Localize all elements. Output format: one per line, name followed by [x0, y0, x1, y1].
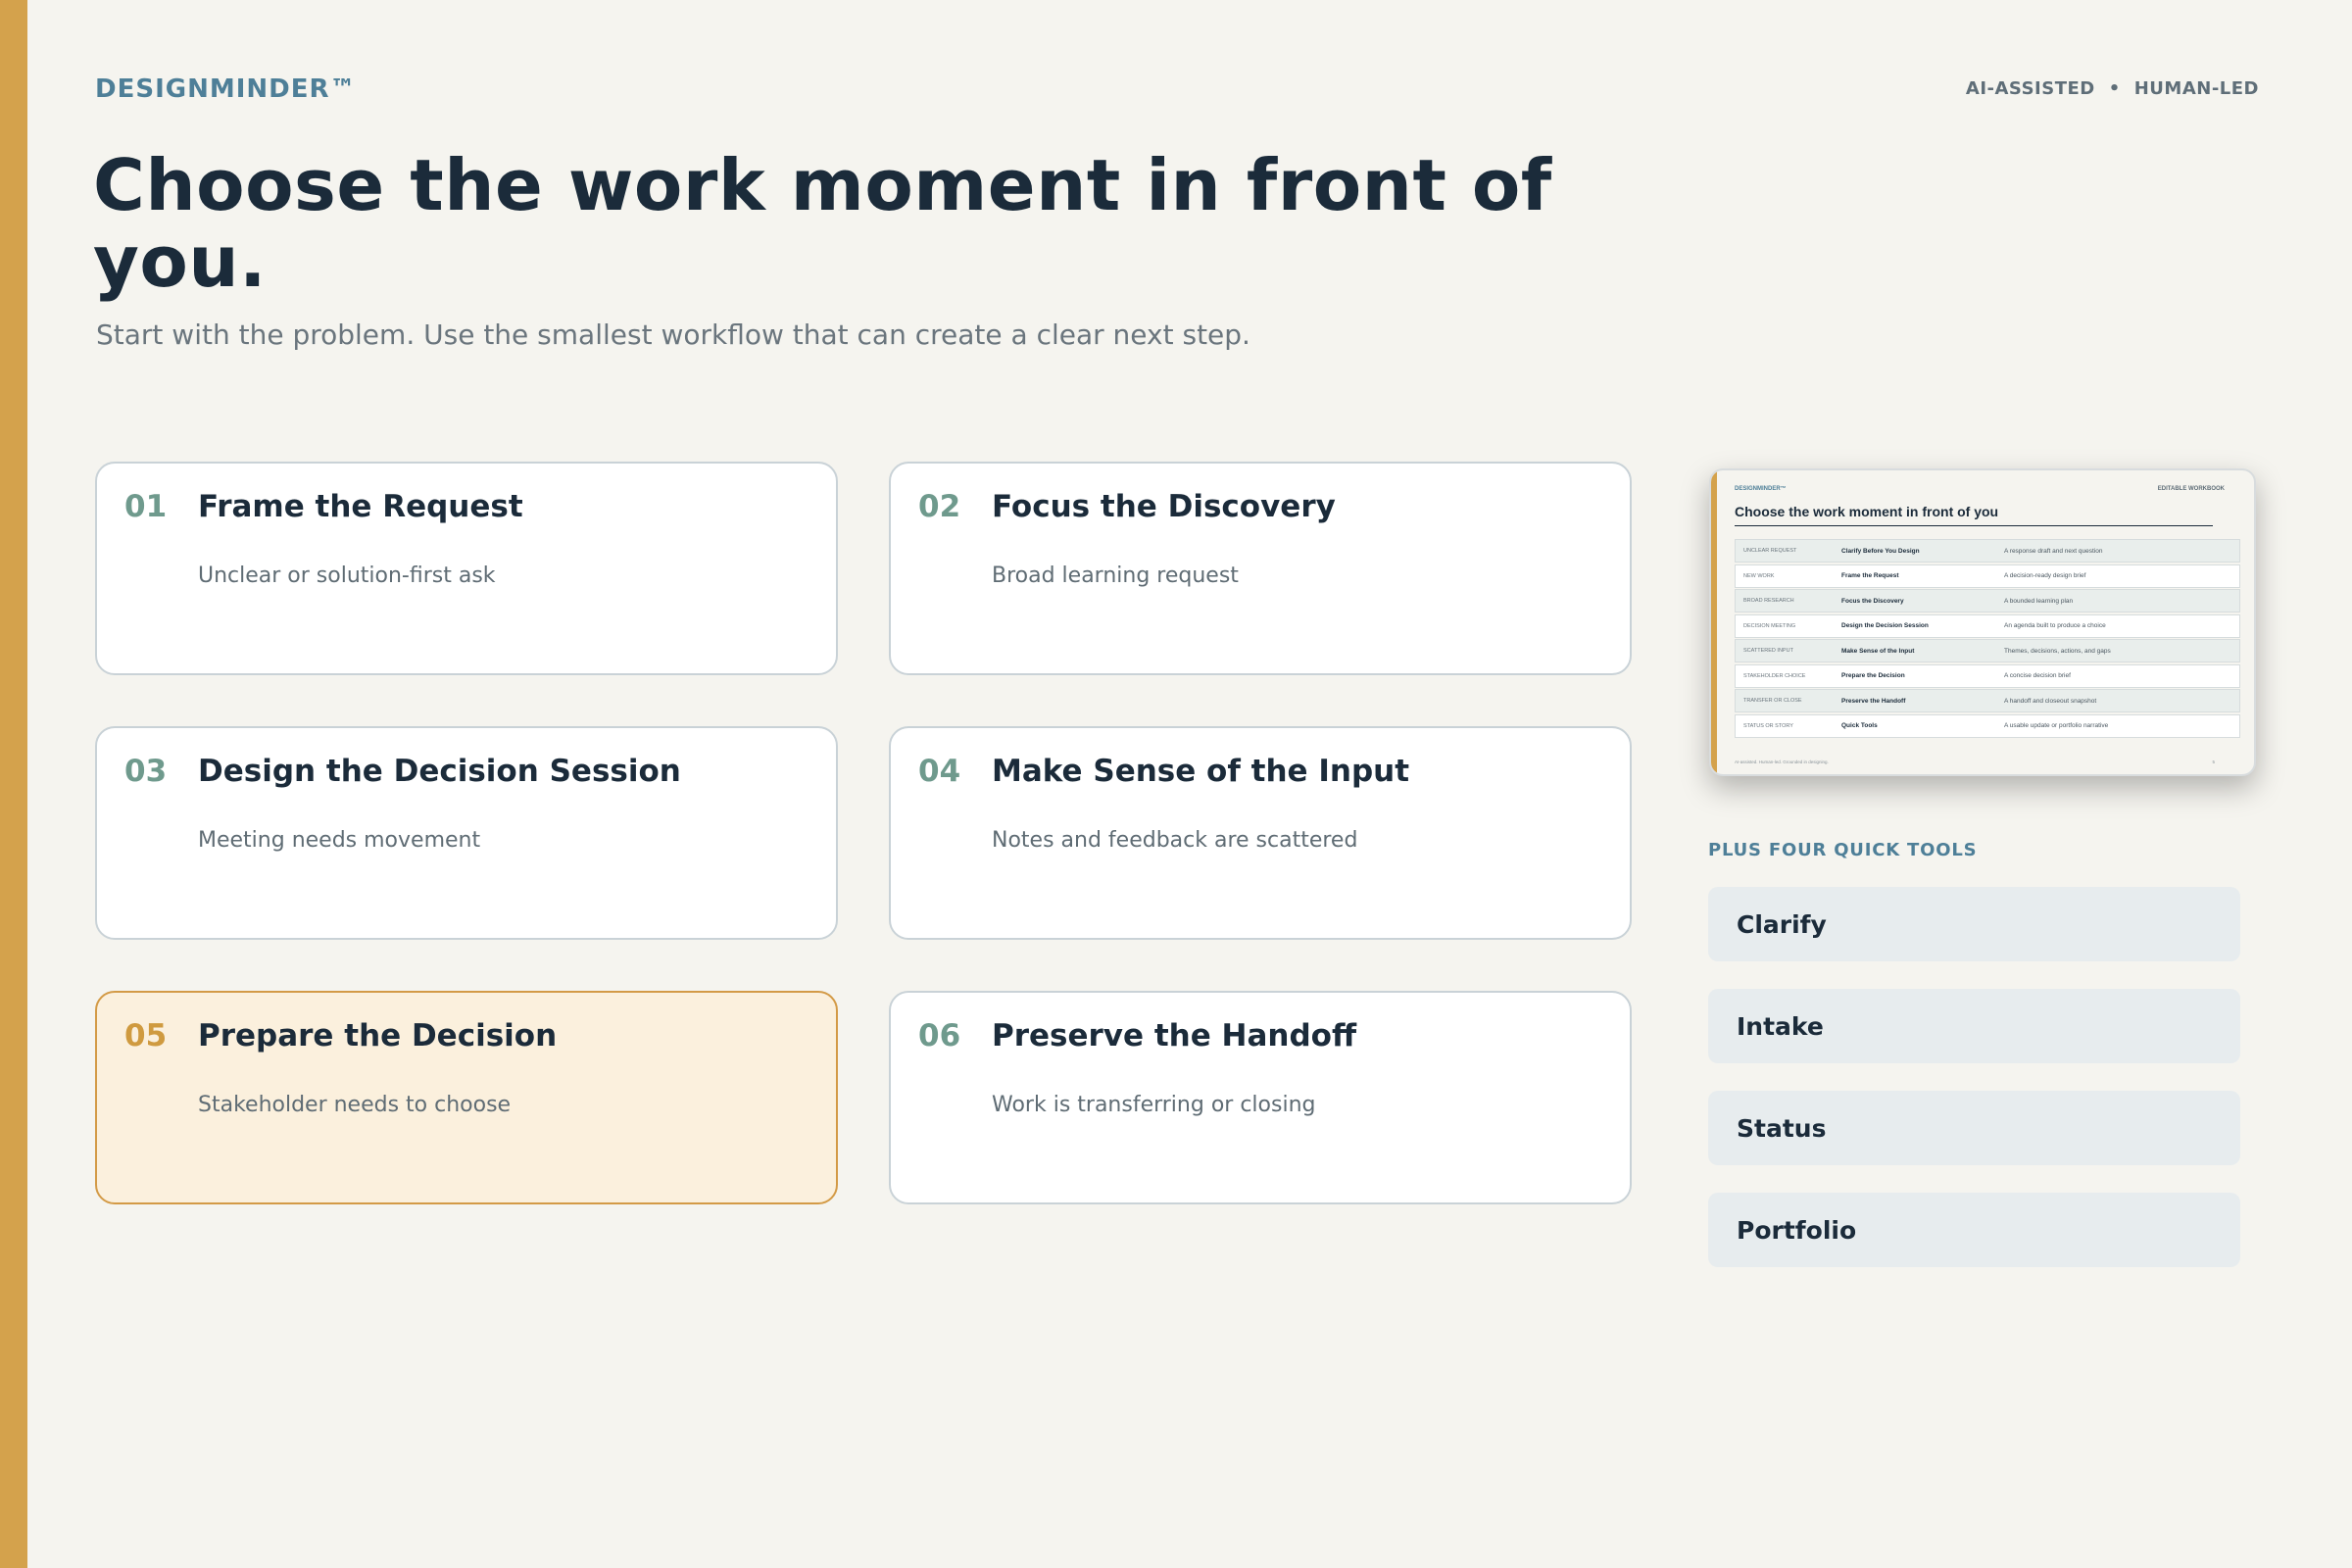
preview-page-number: 5: [2212, 760, 2215, 764]
workflow-card-design-decision-session[interactable]: 03 Design the Decision Session Meeting n…: [95, 726, 838, 940]
row-moment: SCATTERED INPUT: [1743, 648, 1793, 654]
row-workflow: Clarify Before You Design: [1841, 547, 1920, 555]
row-output: A decision-ready design brief: [2004, 572, 2086, 579]
table-row: SCATTERED INPUT Make Sense of the Input …: [1735, 639, 2240, 662]
card-description: Unclear or solution-first ask: [198, 564, 496, 588]
row-workflow: Make Sense of the Input: [1841, 647, 1915, 655]
tool-clarify[interactable]: Clarify: [1708, 887, 2240, 961]
row-moment: UNCLEAR REQUEST: [1743, 548, 1797, 554]
card-title: Preserve the Handoff: [992, 1018, 1357, 1054]
card-number: 03: [124, 754, 168, 789]
card-description: Work is transferring or closing: [992, 1093, 1316, 1117]
row-moment: TRANSFER OR CLOSE: [1743, 698, 1802, 704]
table-row: BROAD RESEARCH Focus the Discovery A bou…: [1735, 589, 2240, 612]
card-title: Focus the Discovery: [992, 489, 1336, 524]
tool-intake[interactable]: Intake: [1708, 989, 2240, 1063]
tagline: AI-ASSISTED • HUMAN-LED: [1966, 78, 2259, 99]
row-output: A handoff and closeout snapshot: [2004, 697, 2097, 705]
workflow-card-prepare-decision[interactable]: 05 Prepare the Decision Stakeholder need…: [95, 991, 838, 1204]
card-title: Design the Decision Session: [198, 754, 681, 789]
row-moment: NEW WORK: [1743, 572, 1775, 579]
row-output: A usable update or portfolio narrative: [2004, 722, 2109, 729]
table-row: NEW WORK Frame the Request A decision-re…: [1735, 564, 2240, 588]
row-workflow: Preserve the Handoff: [1841, 697, 1906, 705]
row-workflow: Focus the Discovery: [1841, 597, 1904, 605]
preview-divider: [1735, 525, 2213, 526]
row-output: A bounded learning plan: [2004, 597, 2074, 605]
card-description: Meeting needs movement: [198, 828, 481, 853]
row-workflow: Quick Tools: [1841, 722, 1878, 729]
row-moment: STATUS OR STORY: [1743, 722, 1793, 729]
row-moment: STAKEHOLDER CHOICE: [1743, 672, 1806, 679]
workflow-card-preserve-handoff[interactable]: 06 Preserve the Handoff Work is transfer…: [889, 991, 1632, 1204]
preview-table: UNCLEAR REQUEST Clarify Before You Desig…: [1735, 539, 2240, 739]
workbook-preview-thumbnail[interactable]: DESIGNMINDER™ EDITABLE WORKBOOK Choose t…: [1709, 468, 2256, 776]
card-description: Broad learning request: [992, 564, 1239, 588]
table-row: STATUS OR STORY Quick Tools A usable upd…: [1735, 713, 2240, 738]
preview-footer: AI-assisted. Human-led. Grounded in desi…: [1735, 760, 1829, 764]
quick-tools-list: Clarify Intake Status Portfolio: [1708, 887, 2240, 1295]
row-output: A concise decision brief: [2004, 672, 2071, 679]
workflow-cards: 01 Frame the Request Unclear or solution…: [95, 462, 1632, 1204]
table-row: UNCLEAR REQUEST Clarify Before You Desig…: [1735, 539, 2240, 563]
brand-logo: DESIGNMINDER™: [95, 74, 357, 104]
row-moment: BROAD RESEARCH: [1743, 598, 1794, 604]
table-row: DECISION MEETING Design the Decision Ses…: [1735, 613, 2240, 638]
card-description: Notes and feedback are scattered: [992, 828, 1358, 853]
card-number: 02: [918, 489, 961, 524]
preview-title: Choose the work moment in front of you: [1735, 504, 1999, 519]
preview-accent-bar: [1711, 470, 1717, 774]
tool-status[interactable]: Status: [1708, 1091, 2240, 1165]
card-description: Stakeholder needs to choose: [198, 1093, 512, 1117]
page-title: Choose the work moment in front of you.: [93, 144, 1552, 303]
card-number: 06: [918, 1018, 961, 1054]
table-row: TRANSFER OR CLOSE Preserve the Handoff A…: [1735, 689, 2240, 712]
card-number: 04: [918, 754, 961, 789]
tagline-right: HUMAN-LED: [2133, 78, 2259, 99]
tool-portfolio[interactable]: Portfolio: [1708, 1193, 2240, 1267]
card-title: Frame the Request: [198, 489, 523, 524]
left-accent-bar: [0, 0, 27, 1568]
card-number: 05: [124, 1018, 168, 1054]
workflow-card-frame-request[interactable]: 01 Frame the Request Unclear or solution…: [95, 462, 838, 675]
preview-tag: EDITABLE WORKBOOK: [2157, 486, 2225, 492]
card-title: Prepare the Decision: [198, 1018, 558, 1054]
row-output: An agenda built to produce a choice: [2004, 622, 2106, 629]
tagline-separator: •: [2108, 78, 2121, 99]
quick-tools-heading: PLUS FOUR QUICK TOOLS: [1708, 840, 1978, 860]
row-workflow: Prepare the Decision: [1841, 672, 1905, 679]
row-workflow: Frame the Request: [1841, 572, 1899, 579]
row-output: Themes, decisions, actions, and gaps: [2004, 647, 2111, 655]
workflow-card-focus-discovery[interactable]: 02 Focus the Discovery Broad learning re…: [889, 462, 1632, 675]
page-subtitle: Start with the problem. Use the smallest…: [96, 318, 1250, 351]
table-row: STAKEHOLDER CHOICE Prepare the Decision …: [1735, 663, 2240, 688]
card-number: 01: [124, 489, 168, 524]
row-output: A response draft and next question: [2004, 547, 2103, 555]
row-workflow: Design the Decision Session: [1841, 622, 1929, 629]
card-title: Make Sense of the Input: [992, 754, 1410, 789]
preview-brand: DESIGNMINDER™: [1735, 486, 1787, 492]
tagline-left: AI-ASSISTED: [1965, 78, 2095, 99]
row-moment: DECISION MEETING: [1743, 622, 1796, 629]
workflow-card-make-sense-input[interactable]: 04 Make Sense of the Input Notes and fee…: [889, 726, 1632, 940]
